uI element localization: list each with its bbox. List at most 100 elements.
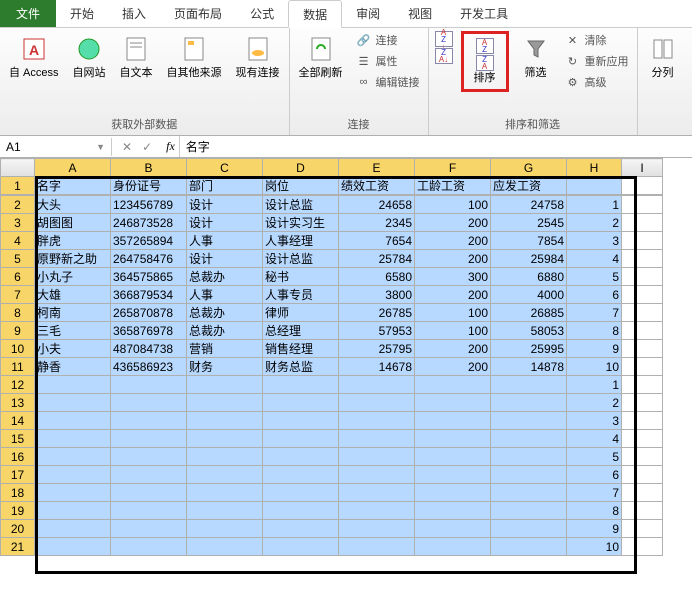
cell[interactable] [111,430,187,448]
cell[interactable]: 436586923 [111,358,187,376]
cell[interactable] [187,394,263,412]
cell[interactable]: 6880 [491,268,567,286]
cell[interactable] [622,538,663,556]
cell[interactable]: 200 [415,232,491,250]
cell[interactable] [187,430,263,448]
cell[interactable] [187,466,263,484]
cell[interactable]: 静香 [35,358,111,376]
col-header-E[interactable]: E [339,159,415,177]
col-header-C[interactable]: C [187,159,263,177]
cell[interactable]: 秘书 [263,268,339,286]
cell[interactable]: 25984 [491,250,567,268]
cell[interactable]: 8 [567,322,622,340]
cell[interactable] [622,502,663,520]
row-header[interactable]: 16 [1,448,35,466]
cell[interactable] [491,394,567,412]
sort-button[interactable]: AZ ZA 排序 [466,36,504,87]
cell[interactable] [622,232,663,250]
cell[interactable]: 设计总监 [263,250,339,268]
cell[interactable]: 名字 [35,177,111,195]
cell[interactable] [35,502,111,520]
cell[interactable] [622,520,663,538]
cell[interactable] [263,394,339,412]
text-to-columns-button[interactable]: 分列 [644,31,682,82]
cell[interactable] [491,502,567,520]
cell[interactable] [35,448,111,466]
cell[interactable]: 200 [415,250,491,268]
cell[interactable]: 8 [567,502,622,520]
cell[interactable]: 3800 [339,286,415,304]
cell[interactable] [339,430,415,448]
col-header-D[interactable]: D [263,159,339,177]
cell[interactable]: 总裁办 [187,322,263,340]
cell[interactable] [622,304,663,322]
cell[interactable]: 6580 [339,268,415,286]
row-header[interactable]: 1 [1,177,35,195]
cell[interactable] [111,466,187,484]
cell[interactable] [263,448,339,466]
cell[interactable]: 100 [415,322,491,340]
row-header[interactable]: 4 [1,232,35,250]
cell[interactable] [491,538,567,556]
row-header[interactable]: 21 [1,538,35,556]
cell[interactable]: 4 [567,430,622,448]
cell[interactable]: 5 [567,448,622,466]
cell[interactable] [35,466,111,484]
cell[interactable] [622,177,663,195]
cell[interactable]: 7 [567,304,622,322]
cell[interactable]: 9 [567,340,622,358]
cell[interactable] [622,376,663,394]
cell[interactable]: 岗位 [263,177,339,195]
cell[interactable] [622,250,663,268]
cell[interactable]: 三毛 [35,322,111,340]
name-box[interactable]: A1▼ [0,138,112,156]
cell[interactable] [339,502,415,520]
refresh-all-button[interactable]: 全部刷新 [296,31,346,82]
cell[interactable]: 25795 [339,340,415,358]
cell[interactable] [111,394,187,412]
cell[interactable] [491,484,567,502]
advanced-button[interactable]: ⚙高级 [563,73,631,91]
cell[interactable] [415,502,491,520]
col-header-B[interactable]: B [111,159,187,177]
cell[interactable]: 应发工资 [491,177,567,195]
cell[interactable]: 财务 [187,358,263,376]
cell[interactable] [622,286,663,304]
row-header[interactable]: 19 [1,502,35,520]
cell[interactable] [263,412,339,430]
row-header[interactable]: 8 [1,304,35,322]
cell[interactable] [622,214,663,232]
cell[interactable]: 总裁办 [187,268,263,286]
cell[interactable]: 2345 [339,214,415,232]
row-header[interactable]: 10 [1,340,35,358]
cell[interactable]: 24658 [339,196,415,214]
cell[interactable] [339,376,415,394]
cell[interactable]: 366879534 [111,286,187,304]
cell[interactable]: 6 [567,286,622,304]
cell[interactable]: 25995 [491,340,567,358]
cell[interactable]: 246873528 [111,214,187,232]
cell[interactable]: 律师 [263,304,339,322]
cell[interactable]: 2 [567,394,622,412]
cell[interactable] [339,538,415,556]
cell[interactable]: 200 [415,214,491,232]
cell[interactable] [35,520,111,538]
cell[interactable] [187,448,263,466]
sort-desc-button[interactable]: ZA↓ [435,48,453,64]
cell[interactable]: 设计实习生 [263,214,339,232]
cell[interactable]: 总裁办 [187,304,263,322]
enter-icon[interactable]: ✓ [142,140,152,154]
tab-data[interactable]: 数据 [288,0,342,28]
col-header-I[interactable]: I [622,159,663,177]
cell[interactable]: 24758 [491,196,567,214]
cell[interactable]: 57953 [339,322,415,340]
cell[interactable] [622,394,663,412]
cell[interactable] [111,376,187,394]
cell[interactable] [339,484,415,502]
cell[interactable]: 总经理 [263,322,339,340]
cell[interactable]: 2 [567,214,622,232]
cell[interactable]: 26885 [491,304,567,322]
tab-insert[interactable]: 插入 [108,0,160,27]
cell[interactable] [622,412,663,430]
cell[interactable] [339,466,415,484]
